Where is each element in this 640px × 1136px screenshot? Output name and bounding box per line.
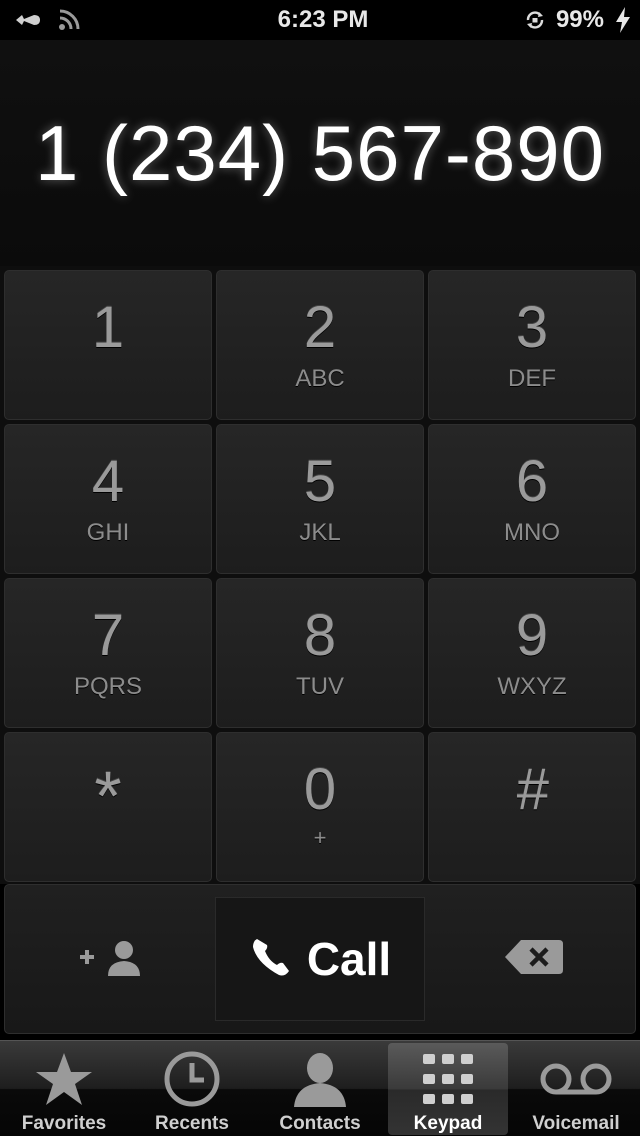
key-letters: ABC: [295, 365, 345, 392]
key-digit: 5: [303, 449, 337, 514]
key-letters: JKL: [299, 519, 341, 546]
key-digit: 3: [515, 295, 549, 360]
tab-bar: Favorites Recents Contacts Keypad Voicem…: [0, 1040, 640, 1136]
key-letters: WXYZ: [497, 673, 567, 700]
voicemail-icon: [512, 1049, 640, 1109]
phone-icon: [249, 935, 293, 984]
clock-icon: [128, 1049, 256, 1109]
keypad: 1 2 ABC 3 DEF 4 GHI 5 JKL 6 MNO 7 PQRS 8…: [0, 266, 640, 884]
key-star[interactable]: *: [4, 732, 212, 882]
tab-label: Keypad: [413, 1113, 483, 1134]
battery-percent: 99%: [555, 6, 604, 33]
star-icon: [0, 1049, 128, 1109]
key-letters: GHI: [86, 519, 130, 546]
charging-icon: [614, 6, 632, 34]
key-digit: *: [94, 757, 122, 835]
keypad-icon: [388, 1049, 508, 1109]
key-7[interactable]: 7 PQRS: [4, 578, 212, 728]
key-4[interactable]: 4 GHI: [4, 424, 212, 574]
call-label: Call: [306, 933, 392, 985]
key-letters: PQRS: [73, 673, 142, 700]
key-letters: +: [313, 825, 327, 850]
tab-label: Recents: [155, 1113, 229, 1134]
key-digit: 9: [515, 603, 549, 668]
key-letters: DEF: [508, 365, 556, 392]
number-display: 1 (234) 567-890: [0, 40, 640, 266]
status-bar: 6:23 PM 99%: [0, 0, 640, 40]
key-digit: #: [515, 757, 549, 822]
tab-keypad[interactable]: Keypad: [388, 1043, 508, 1135]
key-6[interactable]: 6 MNO: [428, 424, 636, 574]
key-letters: MNO: [504, 519, 560, 546]
status-time: 6:23 PM: [277, 6, 369, 33]
tab-contacts[interactable]: Contacts: [256, 1043, 384, 1135]
key-5[interactable]: 5 JKL: [216, 424, 424, 574]
tab-voicemail[interactable]: Voicemail: [512, 1043, 640, 1135]
key-digit: 0: [303, 757, 337, 822]
key-letters: TUV: [296, 673, 344, 700]
key-digit: 6: [515, 449, 549, 514]
key-0[interactable]: 0 +: [216, 732, 424, 882]
key-9[interactable]: 9 WXYZ: [428, 578, 636, 728]
add-contact-button[interactable]: [55, 937, 165, 983]
key-hash[interactable]: #: [428, 732, 636, 882]
key-3[interactable]: 3 DEF: [428, 270, 636, 420]
action-row: Call: [4, 884, 636, 1034]
key-digit: 7: [91, 603, 125, 668]
tab-label: Favorites: [21, 1113, 107, 1134]
key-digit: 8: [303, 603, 337, 668]
wifi-icon: [58, 9, 82, 31]
person-icon: [256, 1049, 384, 1109]
tab-label: Contacts: [279, 1113, 361, 1134]
key-2[interactable]: 2 ABC: [216, 270, 424, 420]
tab-recents[interactable]: Recents: [128, 1043, 256, 1135]
delete-button[interactable]: [499, 939, 569, 979]
tab-label: Voicemail: [532, 1113, 620, 1134]
key-digit: 1: [91, 295, 125, 360]
rotation-lock-icon: [524, 9, 546, 31]
key-digit: 4: [91, 449, 125, 514]
backspace-icon: [503, 938, 565, 981]
key-1[interactable]: 1: [4, 270, 212, 420]
call-button[interactable]: Call: [215, 897, 425, 1021]
dialed-number: 1 (234) 567-890: [34, 108, 606, 197]
tab-favorites[interactable]: Favorites: [0, 1043, 128, 1135]
carrier-icon: [14, 12, 42, 28]
key-digit: 2: [303, 295, 337, 360]
add-contact-icon: [74, 936, 146, 985]
key-8[interactable]: 8 TUV: [216, 578, 424, 728]
